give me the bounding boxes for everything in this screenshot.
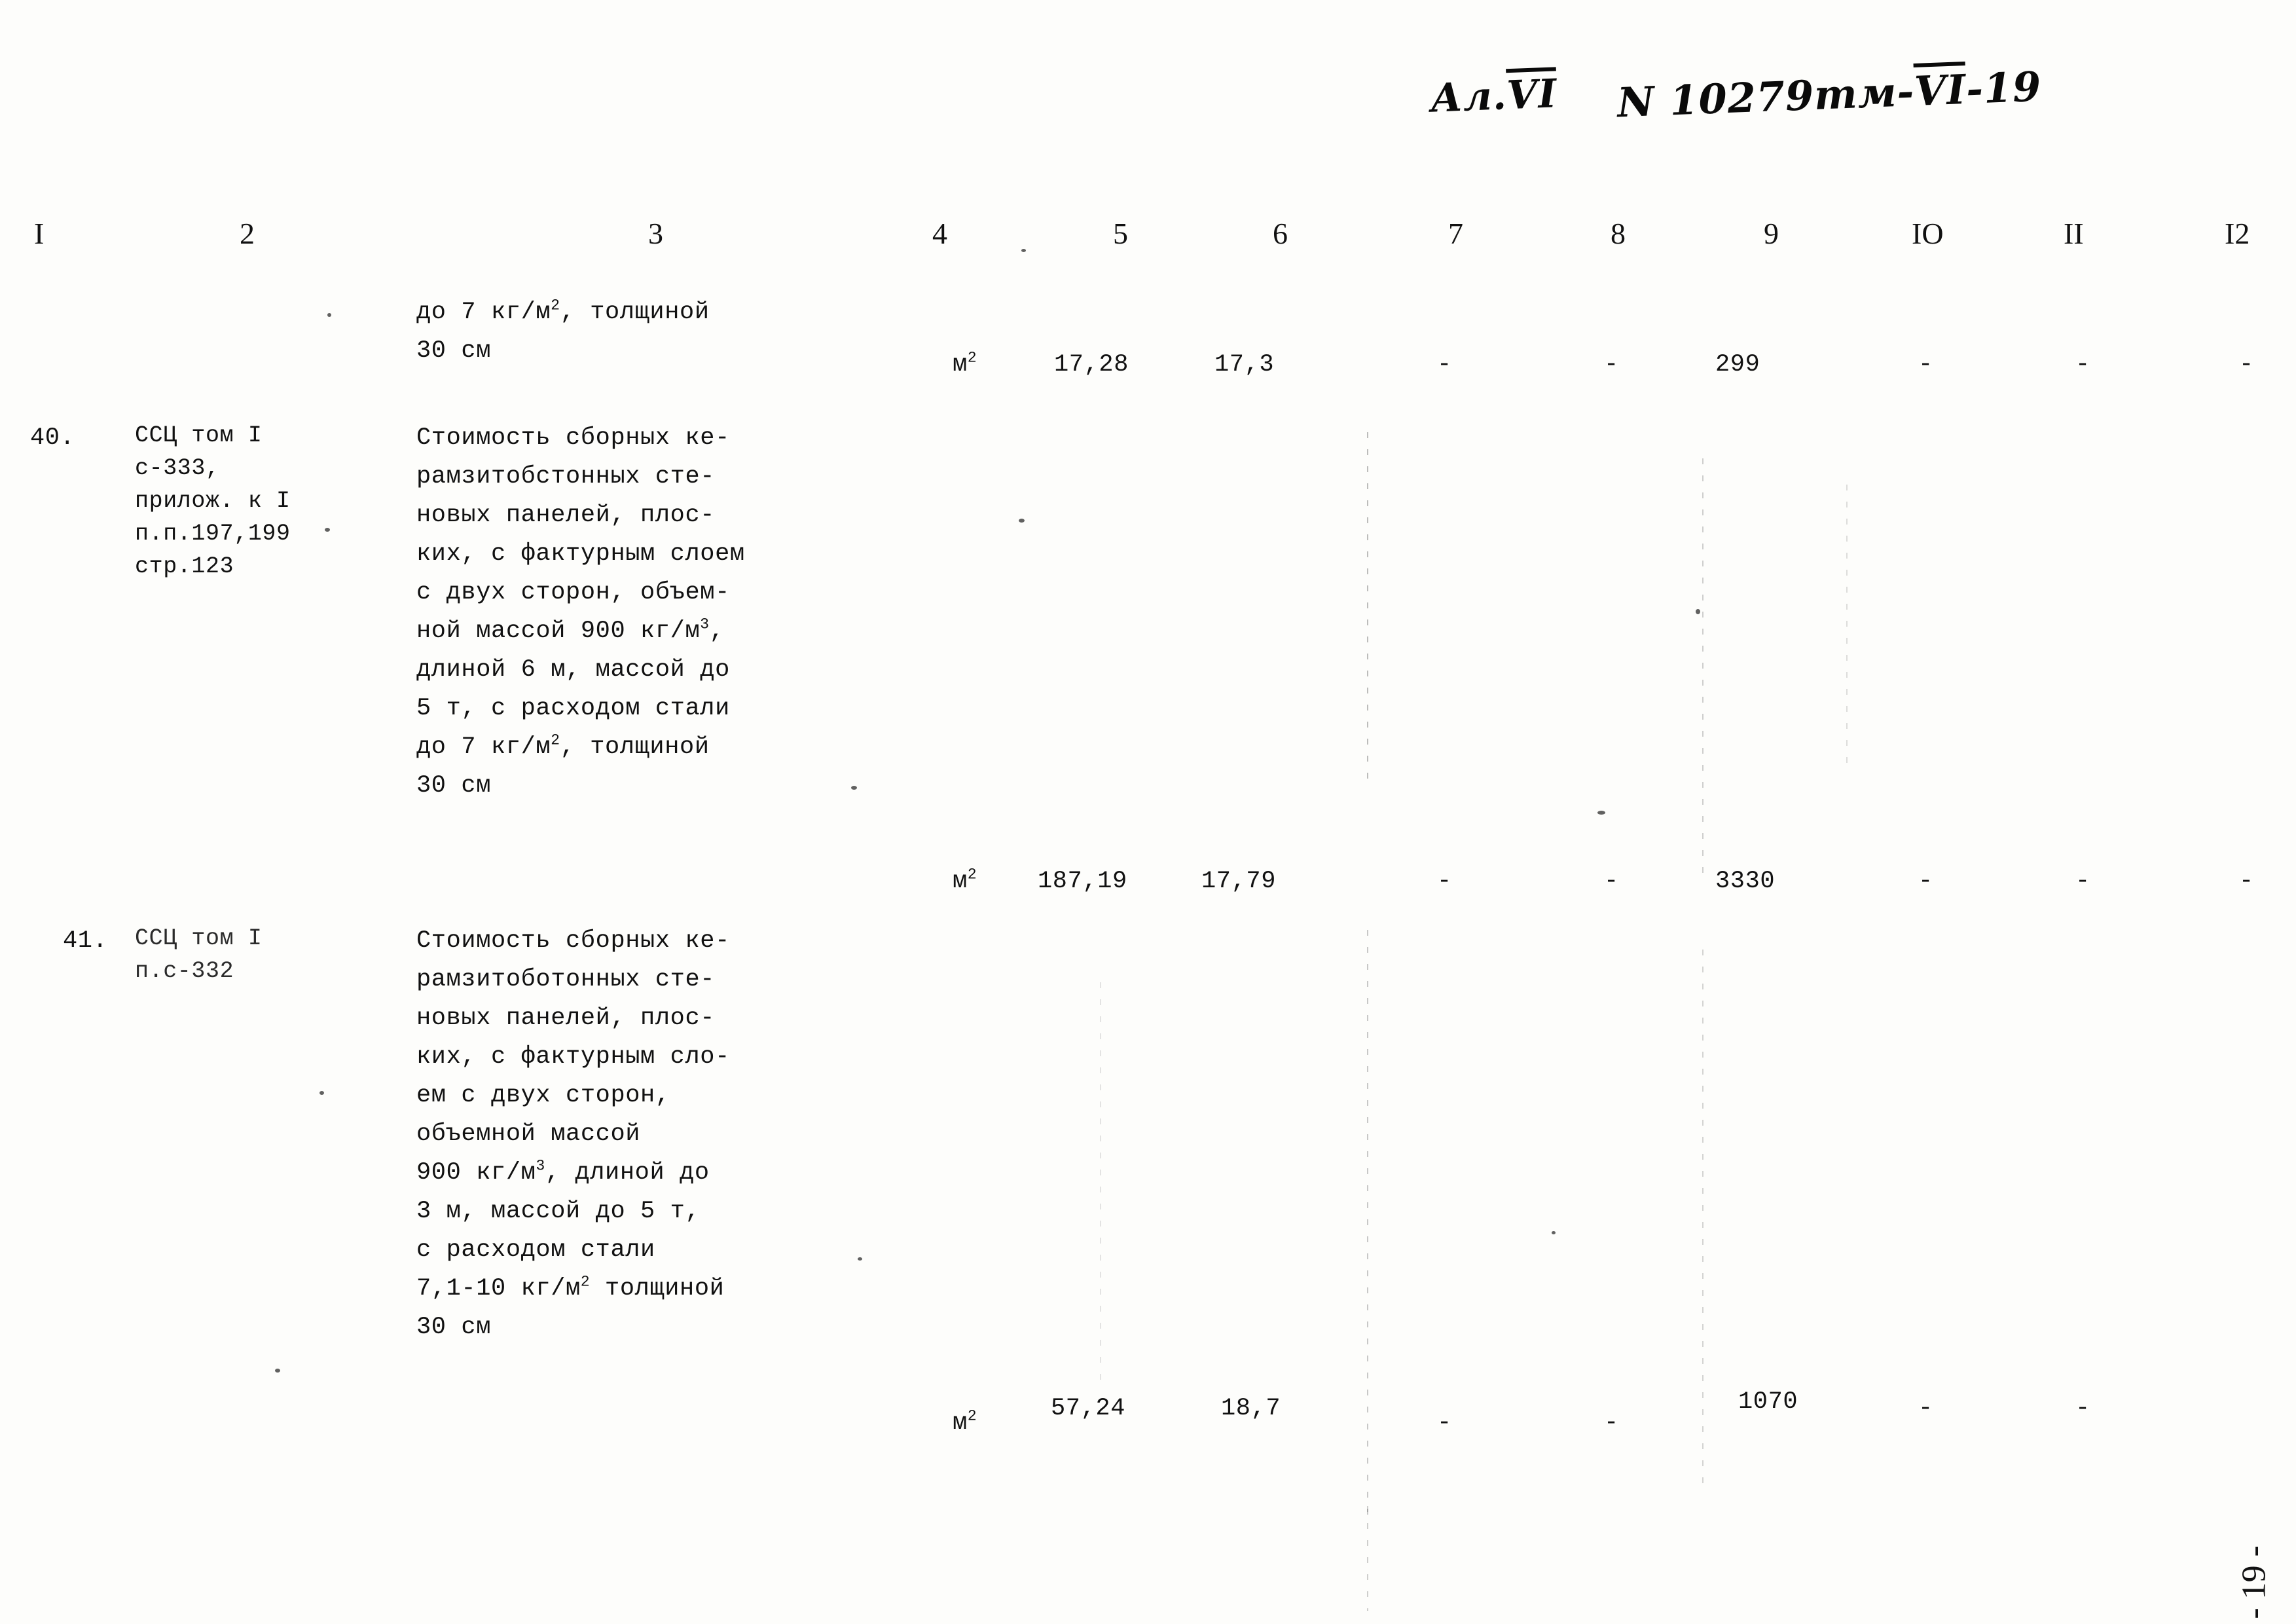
column-divider-artifact: [1702, 458, 1704, 884]
scanned-page: Ал.VI N 10279тм-VI-19 I 2 3 4 5 6 7 8 9 …: [0, 0, 2296, 1624]
row-41-col9: 1070: [1738, 1388, 1798, 1416]
row-41-col6: 18,7: [1221, 1395, 1281, 1422]
scan-speckle: [275, 1369, 280, 1373]
row-40-col5: 187,19: [1038, 868, 1127, 895]
column-divider-artifact: [1846, 485, 1848, 766]
row-41-col10: -: [1918, 1395, 1933, 1422]
column-divider-artifact: [1367, 930, 1368, 1519]
scan-speckle: [325, 528, 330, 532]
row-40-col8: -: [1604, 868, 1619, 895]
continued-row-col10: -: [1918, 351, 1933, 378]
row-40-reference: ССЦ том Iс-333, прилож. к Iп.п.197,199 стр…: [135, 422, 291, 580]
scan-speckle: [1021, 249, 1026, 252]
column-header-9: 9: [1764, 217, 1779, 250]
continued-row-col9: 299: [1715, 351, 1760, 378]
continued-row-unit: м2: [953, 349, 977, 378]
row-40-col10: -: [1918, 868, 1933, 895]
column-header-4: 4: [932, 217, 947, 250]
scan-speckle: [1019, 519, 1025, 523]
column-header-11: II: [2064, 217, 2084, 250]
column-header-1: I: [34, 217, 45, 250]
column-header-5: 5: [1113, 217, 1128, 250]
row-41-col8: -: [1604, 1409, 1619, 1437]
continued-row-description: до 7 кг/м2, толщиной 30 см: [416, 297, 710, 365]
column-header-8: 8: [1611, 217, 1626, 250]
continued-row-col7: -: [1437, 351, 1452, 378]
row-41-description: Стоимость сборных ке-рамзитоботонных сте…: [416, 927, 730, 1341]
column-header-6: 6: [1273, 217, 1288, 250]
continued-row-col11: -: [2075, 351, 2090, 378]
column-header-3: 3: [648, 217, 663, 250]
row-40-col12: -: [2239, 868, 2254, 895]
scan-speckle: [851, 786, 857, 790]
continued-row-col12: -: [2239, 351, 2254, 378]
row-40-description: Стоимость сборных ке-рамзитобстонных сте…: [416, 424, 745, 800]
continued-row-col6: 17,3: [1214, 351, 1275, 378]
handwritten-album-label: Ал.VI: [1429, 71, 1558, 122]
scan-speckle: [858, 1257, 862, 1261]
row-41-number: 41.: [63, 927, 108, 955]
row-41-col5: 57,24: [1051, 1395, 1126, 1422]
row-41-col7: -: [1437, 1409, 1452, 1437]
scan-speckle: [1552, 1231, 1556, 1234]
column-divider-artifact: [1702, 950, 1704, 1486]
page-folio: - 19 -: [2236, 1545, 2273, 1619]
continued-row-col8: -: [1604, 351, 1619, 378]
column-header-10: IO: [1912, 217, 1944, 250]
row-41-reference: ССЦ том Iп.с-332: [135, 925, 263, 984]
row-40-col6: 17,79: [1201, 868, 1277, 895]
row-40-number: 40.: [30, 424, 75, 452]
continued-row-col5: 17,28: [1054, 351, 1129, 378]
column-divider-artifact: [1367, 1506, 1368, 1611]
column-divider-artifact: [1100, 982, 1101, 1388]
row-40-unit: м2: [953, 866, 977, 895]
column-header-7: 7: [1448, 217, 1463, 250]
scan-speckle: [1696, 609, 1700, 614]
row-40-col7: -: [1437, 868, 1452, 895]
handwritten-document-code: N 10279тм-VI-19: [1616, 62, 2043, 127]
scan-speckle: [327, 313, 331, 317]
column-divider-artifact: [1367, 432, 1368, 786]
column-header-2: 2: [240, 217, 255, 250]
row-41-unit: м2: [953, 1407, 977, 1437]
row-41-col11: -: [2075, 1395, 2090, 1422]
row-40-col11: -: [2075, 868, 2090, 895]
scan-speckle: [319, 1091, 324, 1095]
scan-speckle: [1597, 811, 1605, 815]
column-header-12: I2: [2225, 217, 2250, 250]
row-40-col9: 3330: [1715, 868, 1776, 895]
